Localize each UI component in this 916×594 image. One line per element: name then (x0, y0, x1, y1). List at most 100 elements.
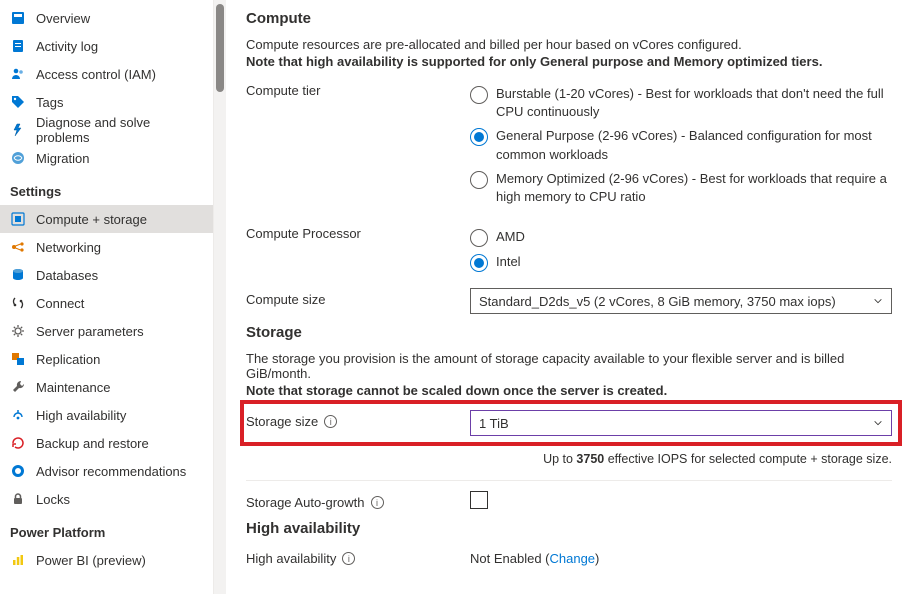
radio-icon (470, 86, 488, 104)
info-icon[interactable]: i (342, 552, 355, 565)
sidebar-item-tags[interactable]: Tags (0, 88, 213, 116)
sidebar-section-settings: Settings (0, 172, 213, 205)
compute-size-label: Compute size (246, 288, 470, 307)
compute-processor-option-1[interactable]: Intel (470, 253, 892, 272)
nav-item-label: Power BI (preview) (36, 553, 146, 568)
storage-size-select[interactable]: 1 TiB (470, 410, 892, 436)
ha-label: High availability (246, 551, 336, 566)
sidebar-item-databases[interactable]: Databases (0, 261, 213, 289)
sidebar-item-networking[interactable]: Networking (0, 233, 213, 261)
sidebar-item-diagnose-and-solve-problems[interactable]: Diagnose and solve problems (0, 116, 213, 144)
info-icon[interactable]: i (371, 496, 384, 509)
radio-icon (470, 128, 488, 146)
databases-icon (10, 267, 26, 283)
storage-size-value: 1 TiB (479, 416, 509, 431)
sidebar-section-power: Power Platform (0, 513, 213, 546)
compute-tier-option-label: General Purpose (2-96 vCores) - Balanced… (496, 127, 892, 163)
chevron-down-icon (873, 296, 883, 306)
nav-item-label: Locks (36, 492, 70, 507)
compute-tier-option-label: Burstable (1-20 vCores) - Best for workl… (496, 85, 892, 121)
migration-icon (10, 150, 26, 166)
powerbi-icon (10, 552, 26, 568)
storage-autogrowth-checkbox[interactable] (470, 491, 488, 509)
iops-note: Up to 3750 effective IOPS for selected c… (246, 452, 892, 466)
compute-desc-2: Note that high availability is supported… (246, 54, 892, 69)
highlight-storage-size: Storage size i 1 TiB (240, 400, 902, 446)
nav-item-label: Replication (36, 352, 100, 367)
sidebar-item-compute-storage[interactable]: Compute + storage (0, 205, 213, 233)
nav-item-label: Advisor recommendations (36, 464, 186, 479)
nav-item-label: Maintenance (36, 380, 110, 395)
ha-change-link[interactable]: Change (550, 551, 596, 566)
nav-item-label: Databases (36, 268, 98, 283)
radio-icon (470, 171, 488, 189)
compute-desc-1: Compute resources are pre-allocated and … (246, 37, 892, 52)
nav-item-label: Activity log (36, 39, 98, 54)
sidebar-item-activity-log[interactable]: Activity log (0, 32, 213, 60)
backup-icon (10, 435, 26, 451)
compute-processor-label: Compute Processor (246, 222, 470, 241)
compute-size-select[interactable]: Standard_D2ds_v5 (2 vCores, 8 GiB memory… (470, 288, 892, 314)
sidebar-item-overview[interactable]: Overview (0, 4, 213, 32)
replication-icon (10, 351, 26, 367)
sidebar-item-maintenance[interactable]: Maintenance (0, 373, 213, 401)
maintenance-icon (10, 379, 26, 395)
sidebar-item-connect[interactable]: Connect (0, 289, 213, 317)
content-scrollbar-track[interactable] (214, 0, 226, 594)
compute-tier-option-0[interactable]: Burstable (1-20 vCores) - Best for workl… (470, 85, 892, 121)
content-scrollbar-thumb[interactable] (216, 4, 224, 92)
radio-icon (470, 229, 488, 247)
radio-icon (470, 254, 488, 272)
sidebar-item-high-availability[interactable]: High availability (0, 401, 213, 429)
nav-item-label: Server parameters (36, 324, 144, 339)
sidebar-item-advisor-recommendations[interactable]: Advisor recommendations (0, 457, 213, 485)
compute-icon (10, 211, 26, 227)
networking-icon (10, 239, 26, 255)
diagnose-icon (10, 122, 26, 138)
storage-heading: Storage (246, 324, 892, 341)
locks-icon (10, 491, 26, 507)
compute-processor-option-0[interactable]: AMD (470, 228, 892, 247)
compute-processor-option-label: Intel (496, 253, 892, 271)
nav-item-label: Overview (36, 11, 90, 26)
nav-item-label: Backup and restore (36, 436, 149, 451)
nav-item-label: Migration (36, 151, 89, 166)
ha-icon (10, 407, 26, 423)
compute-tier-option-label: Memory Optimized (2-96 vCores) - Best fo… (496, 170, 892, 206)
activity-icon (10, 38, 26, 54)
storage-autogrowth-label: Storage Auto-growth (246, 495, 365, 510)
chevron-down-icon (873, 418, 883, 428)
compute-size-value: Standard_D2ds_v5 (2 vCores, 8 GiB memory… (479, 294, 836, 309)
advisor-icon (10, 463, 26, 479)
storage-desc-2: Note that storage cannot be scaled down … (246, 383, 892, 398)
sidebar-item-power-bi-preview-[interactable]: Power BI (preview) (0, 546, 213, 574)
nav-item-label: Connect (36, 296, 84, 311)
sidebar-item-server-parameters[interactable]: Server parameters (0, 317, 213, 345)
compute-heading: Compute (246, 10, 892, 27)
nav-item-label: Tags (36, 95, 63, 110)
params-icon (10, 323, 26, 339)
main-content: Compute Compute resources are pre-alloca… (226, 0, 916, 594)
sidebar-item-access-control-iam-[interactable]: Access control (IAM) (0, 60, 213, 88)
compute-tier-option-2[interactable]: Memory Optimized (2-96 vCores) - Best fo… (470, 170, 892, 206)
nav-item-label: Access control (IAM) (36, 67, 156, 82)
sidebar-item-backup-and-restore[interactable]: Backup and restore (0, 429, 213, 457)
connect-icon (10, 295, 26, 311)
compute-tier-option-1[interactable]: General Purpose (2-96 vCores) - Balanced… (470, 127, 892, 163)
compute-tier-label: Compute tier (246, 79, 470, 98)
sidebar-item-replication[interactable]: Replication (0, 345, 213, 373)
tags-icon (10, 94, 26, 110)
sidebar-item-locks[interactable]: Locks (0, 485, 213, 513)
overview-icon (10, 10, 26, 26)
sidebar: Overview Activity log Access control (IAM)… (0, 0, 214, 594)
compute-processor-option-label: AMD (496, 228, 892, 246)
access-icon (10, 66, 26, 82)
info-icon[interactable]: i (324, 415, 337, 428)
ha-value: Not Enabled (Change) (470, 551, 599, 566)
storage-desc-1: The storage you provision is the amount … (246, 351, 892, 381)
nav-item-label: Networking (36, 240, 101, 255)
nav-item-label: High availability (36, 408, 126, 423)
storage-size-label: Storage size (246, 414, 318, 429)
nav-item-label: Diagnose and solve problems (36, 115, 203, 145)
sidebar-item-migration[interactable]: Migration (0, 144, 213, 172)
